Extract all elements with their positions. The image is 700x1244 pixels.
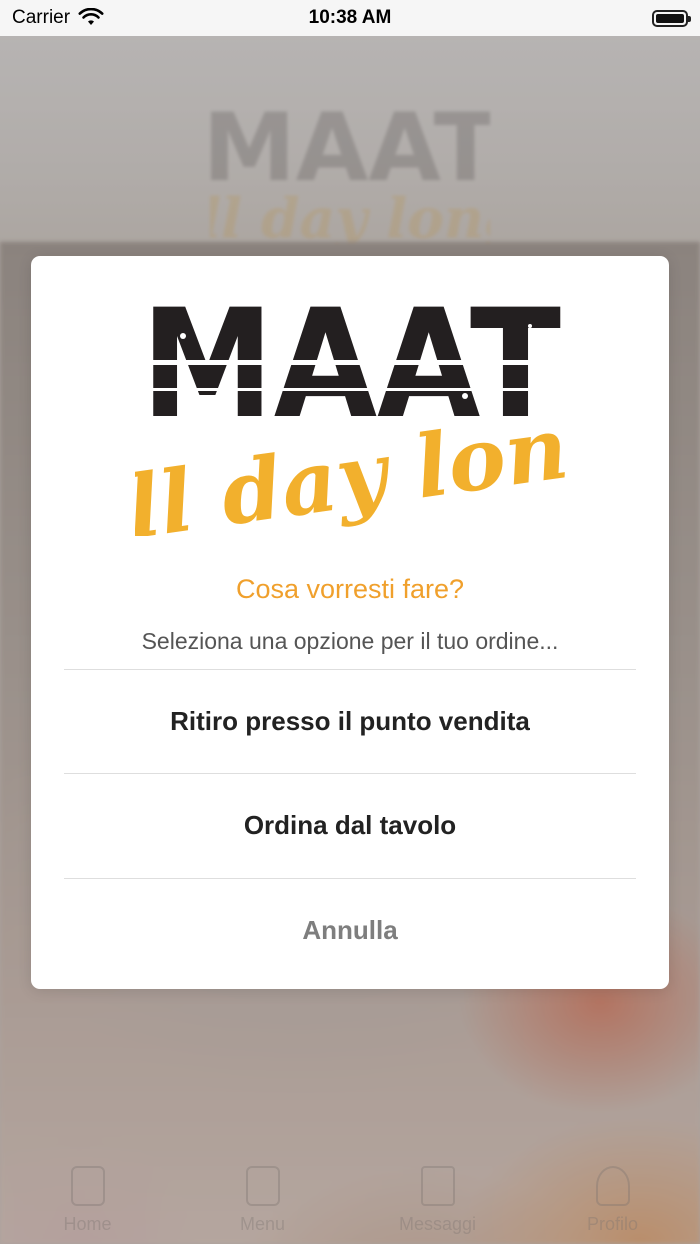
pickup-in-store-button[interactable]: Ritiro presso il punto vendita bbox=[64, 670, 636, 773]
dialog-message: Seleziona una opzione per il tuo ordine.… bbox=[141, 628, 559, 654]
dialog-title: Cosa vorresti fare? bbox=[235, 574, 465, 604]
carrier-label: Carrier bbox=[12, 7, 71, 28]
order-option-dialog: MAAT All day long Cosa vorresti fare? Se… bbox=[31, 256, 669, 989]
order-from-table-button[interactable]: Ordina dal tavolo bbox=[64, 774, 636, 877]
battery-level bbox=[656, 13, 684, 23]
brand-logo: MAAT All day long bbox=[135, 296, 567, 536]
clock: 10:38 AM bbox=[308, 7, 392, 28]
status-bar-right bbox=[488, 9, 691, 27]
wifi-icon bbox=[78, 8, 104, 25]
status-bar: Carrier 10:38 AM bbox=[0, 0, 700, 36]
cancel-button[interactable]: Annulla bbox=[64, 879, 636, 982]
status-bar-left: Carrier bbox=[12, 7, 212, 29]
battery-icon bbox=[652, 9, 691, 27]
